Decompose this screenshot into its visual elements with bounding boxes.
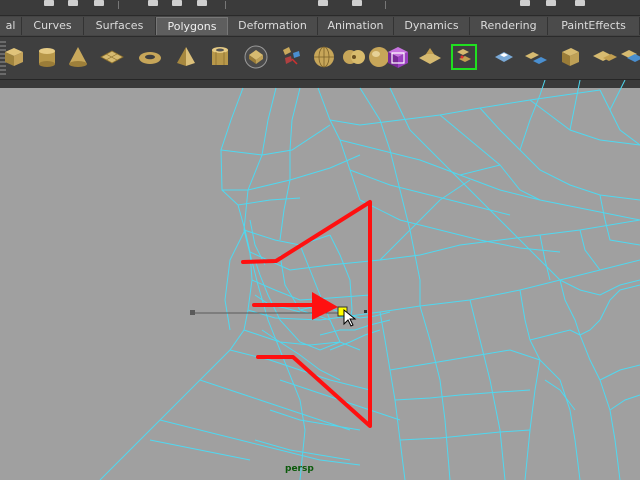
sculpt-icon[interactable] [383, 43, 411, 71]
extrude-face-icon[interactable] [522, 43, 550, 71]
red-arrow-head [312, 292, 338, 320]
poly-cone-icon[interactable] [64, 43, 92, 71]
poly-helix-icon[interactable] [242, 43, 270, 71]
split-polygon-icon[interactable] [450, 43, 478, 71]
tab-deformation[interactable]: Deformation [228, 17, 318, 35]
bevel-icon[interactable] [416, 43, 444, 71]
tab-animation[interactable]: Animation [318, 17, 394, 35]
snap-curve-icon[interactable] [352, 0, 362, 6]
poly-pyramid-icon[interactable] [172, 43, 200, 71]
manipulator-handle [190, 310, 195, 315]
divider [385, 1, 386, 9]
separate-icon[interactable] [339, 43, 367, 71]
new-scene-icon[interactable] [44, 0, 54, 6]
open-scene-icon[interactable] [68, 0, 78, 6]
render-settings-icon[interactable] [575, 0, 585, 6]
select-by-hierarchy-icon[interactable] [148, 0, 158, 6]
poly-cube-icon[interactable] [0, 43, 28, 71]
combine-icon[interactable] [310, 43, 338, 71]
poly-torus-icon[interactable] [136, 43, 164, 71]
tab-general[interactable]: al [0, 17, 22, 35]
extrude-icon[interactable] [490, 43, 518, 71]
tab-dynamics[interactable]: Dynamics [394, 17, 470, 35]
poly-pipe-icon[interactable] [206, 43, 234, 71]
select-by-object-icon[interactable] [172, 0, 182, 6]
poly-cylinder-icon[interactable] [33, 43, 61, 71]
snap-grid-icon[interactable] [318, 0, 328, 6]
append-icon[interactable] [618, 43, 640, 71]
perspective-viewport[interactable]: persp [0, 80, 640, 480]
vertex-marker [364, 310, 367, 313]
wireframe-mesh [99, 80, 640, 480]
camera-label: persp [285, 464, 314, 474]
tab-painteffects[interactable]: PaintEffects [548, 17, 640, 35]
bridge-icon[interactable] [590, 43, 618, 71]
render-icon[interactable] [520, 0, 530, 6]
status-line [0, 0, 640, 16]
save-scene-icon[interactable] [94, 0, 104, 6]
poly-soccerball-icon[interactable] [276, 43, 304, 71]
select-by-component-icon[interactable] [197, 0, 207, 6]
mouse-cursor-icon [343, 308, 357, 327]
merge-icon[interactable] [556, 43, 584, 71]
polygons-shelf [0, 37, 640, 80]
ipr-render-icon[interactable] [546, 0, 556, 6]
divider [118, 1, 119, 9]
tab-curves[interactable]: Curves [22, 17, 84, 35]
divider [225, 1, 226, 9]
tab-polygons[interactable]: Polygons [156, 17, 228, 35]
tab-rendering[interactable]: Rendering [470, 17, 548, 35]
poly-plane-icon[interactable] [98, 43, 126, 71]
tab-surfaces[interactable]: Surfaces [84, 17, 156, 35]
shelf-tabs: al Curves Surfaces Polygons Deformation … [0, 16, 640, 37]
